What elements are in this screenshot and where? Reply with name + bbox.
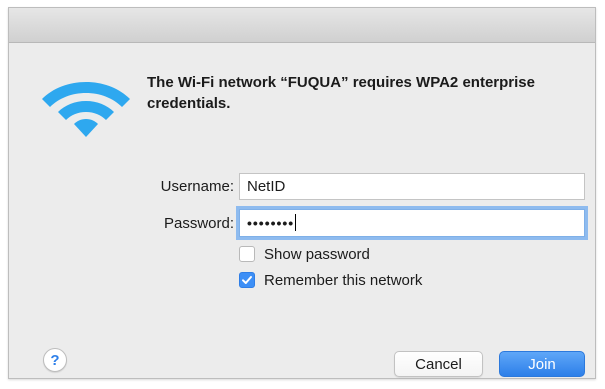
wifi-credentials-dialog: The Wi-Fi network “FUQUA” requires WPA2 … bbox=[8, 7, 596, 379]
username-field[interactable]: NetID bbox=[239, 173, 585, 200]
password-field[interactable]: •••••••• bbox=[239, 209, 585, 237]
screen: The Wi-Fi network “FUQUA” requires WPA2 … bbox=[0, 0, 605, 389]
cancel-button[interactable]: Cancel bbox=[394, 351, 483, 377]
title-bar[interactable] bbox=[9, 8, 595, 43]
remember-network-checkbox[interactable] bbox=[239, 272, 255, 288]
checkmark-icon bbox=[242, 276, 252, 284]
text-cursor bbox=[295, 214, 297, 231]
password-label: Password: bbox=[163, 215, 234, 232]
username-label: Username: bbox=[160, 178, 234, 195]
remember-network-option[interactable]: Remember this network bbox=[239, 270, 422, 290]
show-password-checkbox[interactable] bbox=[239, 246, 255, 262]
remember-network-label: Remember this network bbox=[264, 271, 423, 289]
password-masked-value: •••••••• bbox=[247, 215, 295, 231]
wifi-icon bbox=[42, 82, 130, 137]
help-button[interactable]: ? bbox=[43, 348, 67, 372]
show-password-option[interactable]: Show password bbox=[239, 244, 370, 264]
show-password-label: Show password bbox=[264, 245, 370, 263]
join-button[interactable]: Join bbox=[499, 351, 585, 377]
dialog-message: The Wi-Fi network “FUQUA” requires WPA2 … bbox=[147, 74, 535, 112]
username-value: NetID bbox=[247, 178, 286, 195]
